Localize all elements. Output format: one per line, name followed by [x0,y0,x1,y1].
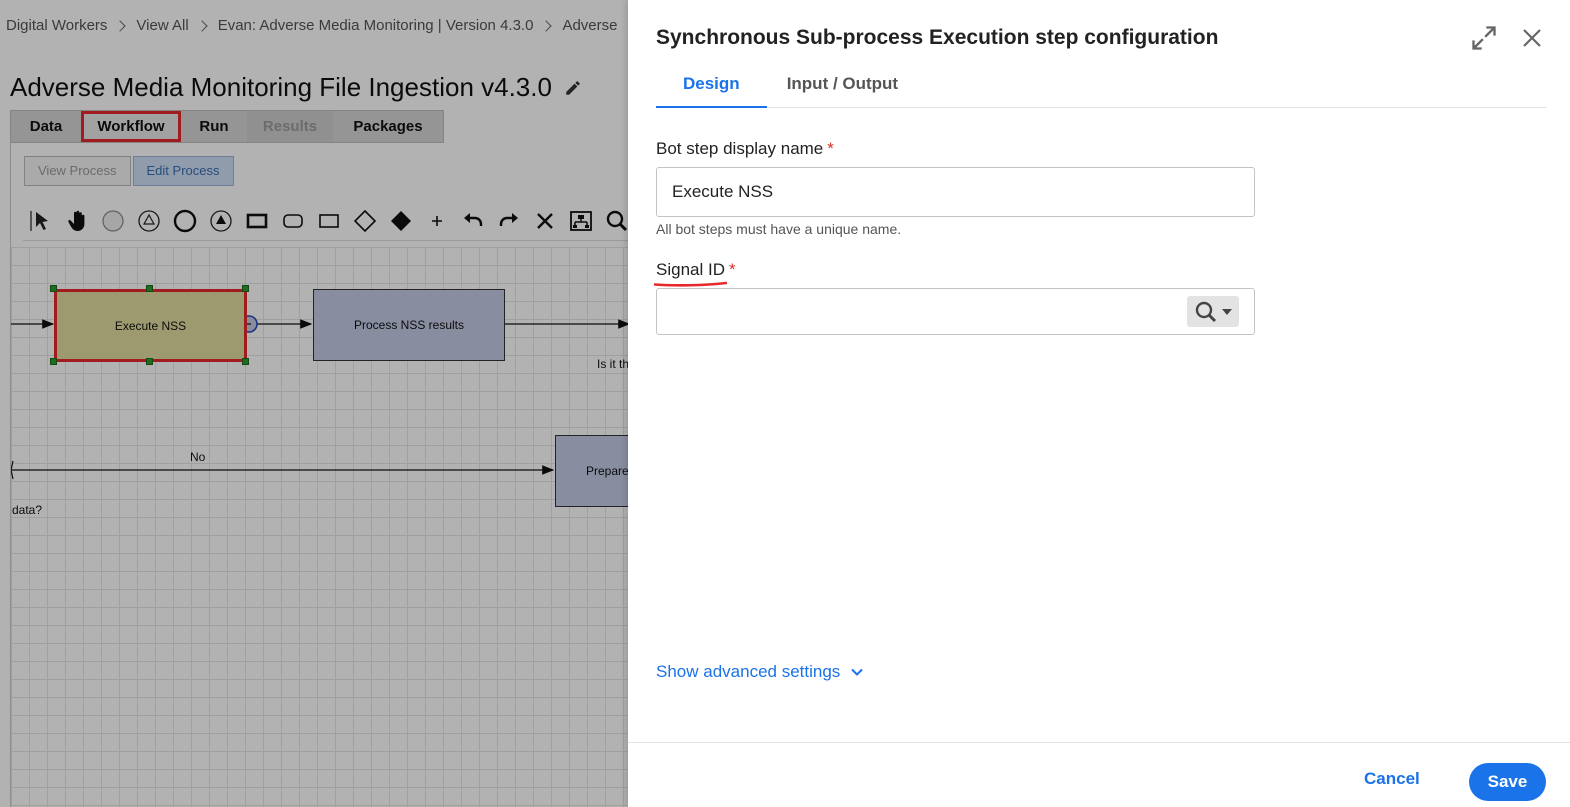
step-config-panel: Synchronous Sub-process Execution step c… [628,0,1570,807]
display-name-label: Bot step display name * [656,139,834,159]
close-icon[interactable] [1520,26,1544,50]
modal-backdrop[interactable] [0,0,628,807]
display-name-label-text: Bot step display name [656,139,824,158]
signal-id-lookup [656,288,1255,335]
advanced-settings-text: Show advanced settings [656,662,841,681]
tab-design[interactable]: Design [656,60,767,108]
signal-id-label: Signal ID * [656,260,736,280]
search-icon [1195,301,1217,322]
signal-lookup-button[interactable] [1187,296,1239,327]
signal-id-input[interactable] [657,289,1177,334]
caret-down-icon [1222,308,1232,315]
panel-footer: Cancel Save [628,742,1570,807]
display-name-input[interactable] [656,167,1255,217]
signal-id-label-text: Signal ID [656,260,725,279]
expand-icon[interactable] [1470,24,1498,52]
required-asterisk: * [827,139,834,158]
red-underline-annotation [654,281,727,287]
panel-title: Synchronous Sub-process Execution step c… [656,26,1219,49]
display-name-help: All bot steps must have a unique name. [656,221,902,237]
cancel-button[interactable]: Cancel [1364,769,1420,789]
save-button[interactable]: Save [1469,763,1546,801]
show-advanced-settings-link[interactable]: Show advanced settings [656,662,864,682]
tab-input-output[interactable]: Input / Output [767,60,918,108]
required-asterisk: * [728,260,736,279]
panel-tabs: Design Input / Output [656,60,1546,108]
chevron-down-icon [851,668,864,676]
